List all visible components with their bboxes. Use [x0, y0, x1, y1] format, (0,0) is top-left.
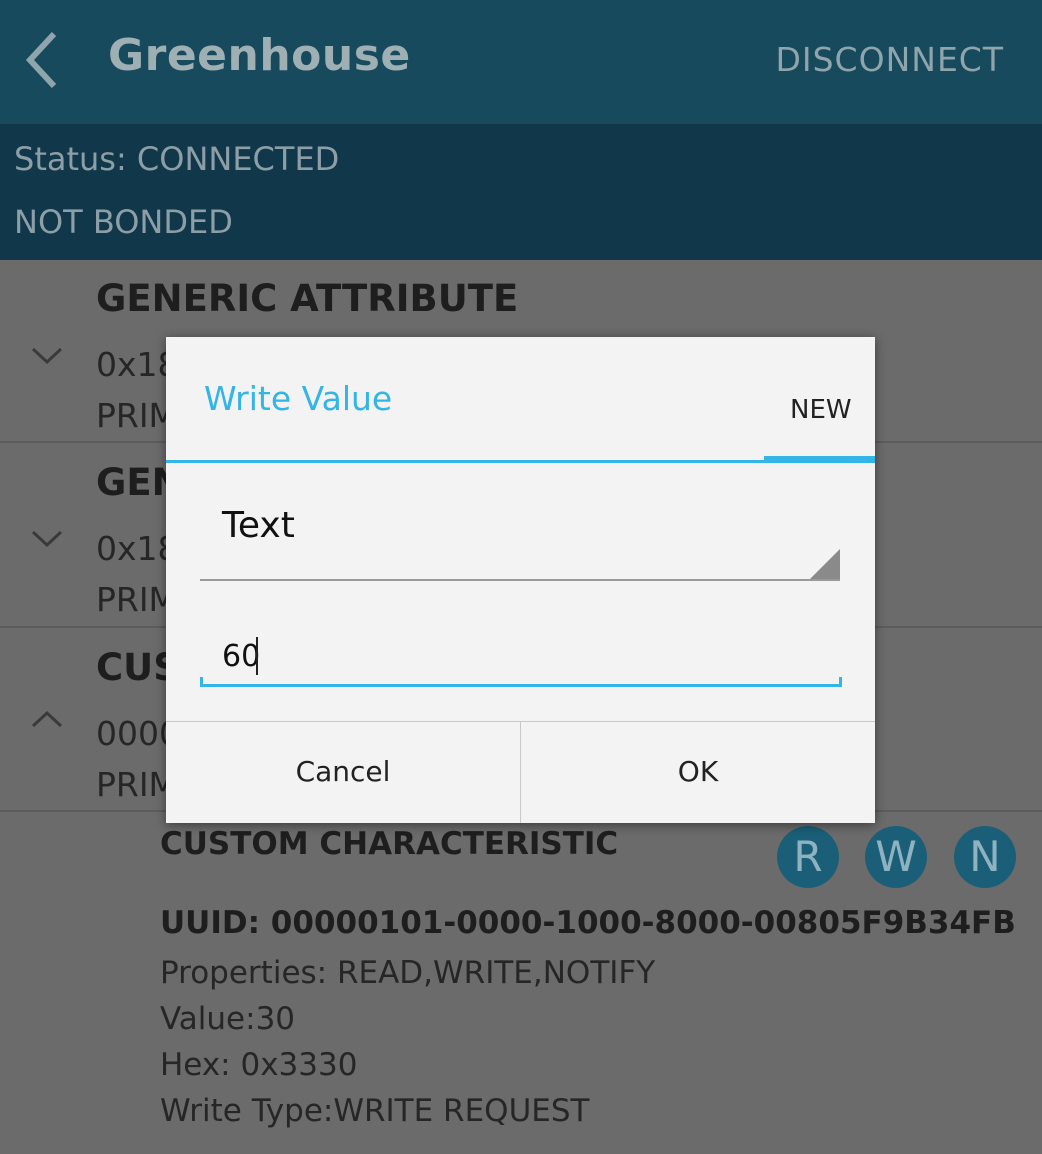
- cancel-button[interactable]: Cancel: [166, 722, 520, 823]
- characteristic-write-type: Write Type:WRITE REQUEST: [160, 1093, 590, 1129]
- characteristic-uuid: UUID: 00000101-0000-1000-8000-00805F9B34…: [160, 905, 1016, 941]
- value-input-text: 60: [222, 639, 261, 674]
- app-bar: Greenhouse DISCONNECT: [0, 0, 1042, 124]
- write-badge[interactable]: W: [865, 826, 927, 888]
- dropdown-triangle-icon: [810, 549, 840, 579]
- chevron-up-icon[interactable]: [30, 708, 64, 730]
- dialog-title: Write Value: [204, 379, 393, 418]
- disconnect-button[interactable]: DISCONNECT: [775, 40, 1004, 79]
- back-arrow-icon[interactable]: [22, 30, 62, 90]
- service-type: PRIM: [96, 396, 178, 435]
- chevron-down-icon[interactable]: [30, 345, 64, 367]
- value-input[interactable]: 60: [200, 627, 842, 687]
- format-dropdown[interactable]: Text: [200, 497, 840, 581]
- write-value-dialog: Write Value NEW Text 60 Cancel OK: [166, 337, 875, 823]
- ok-button[interactable]: OK: [521, 722, 875, 823]
- input-underline: [200, 684, 842, 687]
- service-type: PRIM: [96, 580, 178, 619]
- chevron-down-icon[interactable]: [30, 528, 64, 550]
- read-badge[interactable]: R: [777, 826, 839, 888]
- service-title: GENERIC ATTRIBUTE: [96, 277, 519, 320]
- connection-status: Status: CONNECTED: [14, 140, 340, 178]
- characteristic-properties: Properties: READ,WRITE,NOTIFY: [160, 955, 656, 991]
- dropdown-underline: [200, 579, 840, 581]
- bond-status: NOT BONDED: [14, 203, 233, 241]
- input-tick-right: [839, 677, 842, 687]
- characteristic-value: Value:30: [160, 1001, 296, 1037]
- format-selected-value: Text: [222, 505, 295, 546]
- input-tick-left: [200, 677, 203, 687]
- characteristic-title: CUSTOM CHARACTERISTIC: [160, 826, 619, 862]
- notify-badge[interactable]: N: [954, 826, 1016, 888]
- dialog-title-divider: [166, 460, 875, 463]
- characteristic-hex: Hex: 0x3330: [160, 1047, 358, 1083]
- device-title: Greenhouse: [108, 30, 411, 81]
- service-type: PRIM: [96, 765, 178, 804]
- text-cursor: [256, 637, 258, 675]
- tab-new[interactable]: NEW: [790, 395, 852, 425]
